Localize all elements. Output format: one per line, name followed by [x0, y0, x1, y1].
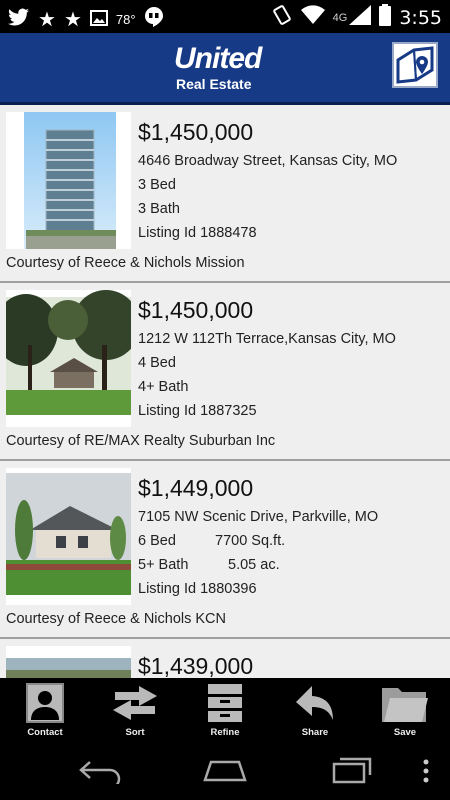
listing-address: 7105 NW Scenic Drive, Parkville, MO [138, 509, 379, 525]
brand-logo: United [174, 42, 262, 75]
listing-price: $1,439,000 [138, 653, 254, 678]
listing-photo[interactable] [6, 468, 131, 605]
listing-beds: 6 Bed [138, 533, 176, 549]
listing-photo[interactable] [6, 646, 131, 678]
listing-sqft: 7700 Sq.ft. [215, 533, 286, 549]
listing-price: $1,450,000 [138, 119, 254, 145]
listing-card[interactable]: $1,439,000 [0, 639, 450, 678]
tab-save[interactable]: Save [360, 678, 450, 740]
wifi-icon [300, 5, 325, 30]
tab-label: Share [301, 727, 329, 738]
overflow-menu-icon[interactable] [420, 758, 432, 784]
listing-courtesy: Courtesy of RE/MAX Realty Suburban Inc [6, 433, 276, 449]
star-icon: ★ [63, 8, 82, 31]
home-icon[interactable] [201, 758, 249, 782]
tab-label: Sort [125, 727, 145, 738]
recent-apps-icon[interactable] [330, 756, 374, 784]
tab-sort[interactable]: Sort [90, 678, 180, 740]
listing-address: 4646 Broadway Street, Kansas City, MO [138, 153, 398, 169]
listing-courtesy: Courtesy of Reece & Nichols KCN [6, 611, 226, 627]
brand-logo-subtitle: Real Estate [176, 76, 252, 92]
listing-photo[interactable] [6, 290, 131, 427]
sort-icon [113, 686, 157, 720]
status-bar: ★ ★ 78° 4G 3:55 [0, 0, 450, 33]
listing-list[interactable]: $1,450,000 4646 Broadway Street, Kansas … [0, 105, 450, 678]
listing-price: $1,450,000 [138, 297, 254, 323]
app-header: United Real Estate [0, 33, 450, 105]
tab-label: Refine [210, 727, 240, 738]
listing-id: Listing Id 1887325 [138, 403, 257, 419]
back-icon[interactable] [78, 758, 122, 784]
network-type: 4G [332, 11, 348, 24]
tab-share[interactable]: Share [270, 678, 360, 740]
tab-refine[interactable]: Refine [180, 678, 270, 740]
listing-card[interactable]: $1,449,000 7105 NW Scenic Drive, Parkvil… [0, 461, 450, 639]
listing-baths: 3 Bath [138, 201, 180, 217]
twitter-icon [8, 8, 30, 31]
listing-card[interactable]: $1,450,000 1212 W 112Th Terrace,Kansas C… [0, 283, 450, 461]
clock: 3:55 [399, 6, 442, 29]
listing-baths: 4+ Bath [138, 379, 189, 395]
listing-address: 1212 W 112Th Terrace,Kansas City, MO [138, 331, 396, 347]
signal-icon [349, 5, 372, 30]
listing-acres: 5.05 ac. [228, 557, 280, 573]
tab-contact[interactable]: Contact [0, 678, 90, 740]
listing-card[interactable]: $1,450,000 4646 Broadway Street, Kansas … [0, 105, 450, 283]
map-icon-button[interactable] [392, 42, 438, 88]
listing-beds: 3 Bed [138, 177, 176, 193]
listing-id: Listing Id 1888478 [138, 225, 257, 241]
temperature: 78° [115, 12, 136, 27]
listing-id: Listing Id 1880396 [138, 581, 257, 597]
bottom-toolbar: Contact Sort Refine Share Save [0, 678, 450, 740]
system-navigation-bar [0, 740, 450, 800]
listing-beds: 4 Bed [138, 355, 176, 371]
share-icon [296, 686, 333, 720]
contact-icon [26, 683, 64, 723]
tab-label: Save [393, 727, 417, 738]
image-icon [89, 9, 108, 31]
tab-label: Contact [27, 727, 63, 738]
vibrate-icon [271, 4, 293, 31]
listing-courtesy: Courtesy of Reece & Nichols Mission [6, 255, 245, 271]
hangouts-icon [144, 6, 164, 33]
listing-price: $1,449,000 [138, 475, 254, 501]
battery-icon [379, 4, 392, 31]
listing-baths: 5+ Bath [138, 557, 189, 573]
listing-photo[interactable] [6, 112, 131, 249]
star-icon: ★ [38, 8, 56, 31]
refine-icon [208, 684, 242, 722]
save-icon [382, 688, 428, 722]
